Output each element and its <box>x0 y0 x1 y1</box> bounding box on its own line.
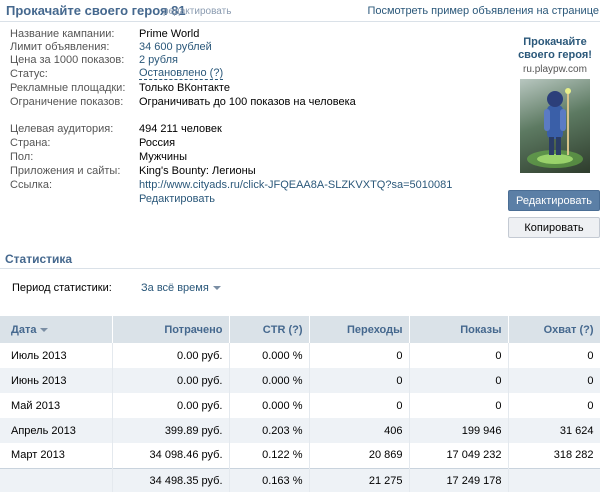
page-header: Прокачайте своего героя 81 редактировать… <box>0 0 600 22</box>
info-label: Название кампании: <box>10 28 115 40</box>
info-label: Пол: <box>10 151 34 163</box>
audience-value: 494 211 человек <box>139 123 222 135</box>
cell-clicks: 0 <box>309 368 410 393</box>
stats-title: Статистика <box>5 252 73 266</box>
period-label: Период статистики: <box>12 282 112 294</box>
cell-date: Май 2013 <box>0 393 113 418</box>
limit-link[interactable]: 34 600 рублей <box>139 40 212 54</box>
cell-ctr: 0.000 % <box>229 368 310 393</box>
column-header-spent[interactable]: Потрачено <box>112 316 230 343</box>
cell-impressions: 17 049 232 <box>409 443 509 468</box>
copy-ad-button[interactable]: Копировать <box>508 217 600 238</box>
info-label: Целевая аудитория: <box>10 123 114 135</box>
cell-impressions: 0 <box>409 343 509 368</box>
preview-domain: ru.playpw.com <box>523 64 587 75</box>
cell-date: Апрель 2013 <box>0 418 113 443</box>
apps-value: King's Bounty: Легионы <box>139 165 256 177</box>
cell-ctr: 0.000 % <box>229 393 310 418</box>
cell-clicks-total: 21 275 <box>309 467 410 492</box>
table-row: Апрель 2013 399.89 руб. 0.203 % 406 199 … <box>0 418 600 443</box>
country-value: Россия <box>139 137 176 149</box>
cell-reach-total <box>508 467 600 492</box>
table-row: Май 2013 0.00 руб. 0.000 % 0 0 0 <box>0 393 600 418</box>
cell-date <box>0 467 113 492</box>
cell-reach: 0 <box>508 343 600 368</box>
info-label: Рекламные площадки: <box>10 82 126 94</box>
table-total-row: 34 498.35 руб. 0.163 % 21 275 17 249 178 <box>0 467 600 492</box>
cell-clicks: 0 <box>309 343 410 368</box>
campaign-name: Prime World <box>139 28 200 40</box>
cell-impressions: 199 946 <box>409 418 509 443</box>
cell-impressions-total: 17 249 178 <box>409 467 509 492</box>
table-row: Июль 2013 0.00 руб. 0.000 % 0 0 0 <box>0 343 600 368</box>
cell-clicks: 20 869 <box>309 443 410 468</box>
hero-illustration-icon <box>527 88 583 168</box>
ad-preview[interactable]: Прокачайте своего героя! ru.playpw.com <box>510 36 600 173</box>
chevron-down-icon[interactable] <box>212 286 221 291</box>
view-example-link[interactable]: Посмотреть пример объявления на странице <box>367 5 599 17</box>
cell-ctr-total: 0.163 % <box>229 467 310 492</box>
cell-reach: 0 <box>508 393 600 418</box>
ad-title: Прокачайте своего героя 81 <box>6 3 186 18</box>
column-header-impressions[interactable]: Показы <box>409 316 509 343</box>
target-url-link[interactable]: http://www.cityads.ru/click-JFQEAA8A-SLZ… <box>139 178 452 192</box>
cell-spent: 0.00 руб. <box>112 393 230 418</box>
edit-ad-button[interactable]: Редактировать <box>508 190 600 211</box>
cell-ctr: 0.122 % <box>229 443 310 468</box>
info-label: Ограничение показов: <box>10 96 124 108</box>
cell-reach: 31 624 <box>508 418 600 443</box>
cell-impressions: 0 <box>409 393 509 418</box>
table-row: Март 2013 34 098.46 руб. 0.122 % 20 869 … <box>0 443 600 468</box>
info-label: Страна: <box>10 137 51 149</box>
stats-section-header: Статистика <box>0 251 600 269</box>
edit-title-link[interactable]: редактировать <box>163 6 231 17</box>
cell-clicks: 406 <box>309 418 410 443</box>
cell-spent: 34 098.46 руб. <box>112 443 230 468</box>
table-row: Июнь 2013 0.00 руб. 0.000 % 0 0 0 <box>0 368 600 393</box>
cell-ctr: 0.203 % <box>229 418 310 443</box>
cell-impressions: 0 <box>409 368 509 393</box>
column-header-date[interactable]: Дата <box>0 316 113 343</box>
cell-ctr: 0.000 % <box>229 343 310 368</box>
period-value[interactable]: За всё время <box>141 282 209 294</box>
stats-header-row: Дата Потрачено CTR (?) Переходы Показы О… <box>0 316 600 343</box>
edit-targeting-link[interactable]: Редактировать <box>139 192 215 206</box>
cell-date: Март 2013 <box>0 443 113 468</box>
gender-value: Мужчины <box>139 151 188 163</box>
cell-reach: 318 282 <box>508 443 600 468</box>
price-link[interactable]: 2 рубля <box>139 53 178 67</box>
period-select[interactable]: За всё время <box>141 282 221 294</box>
column-header-clicks[interactable]: Переходы <box>309 316 410 343</box>
info-label: Цена за 1000 показов: <box>10 54 125 66</box>
preview-image[interactable] <box>520 79 590 173</box>
column-header-ctr[interactable]: CTR (?) <box>229 316 310 343</box>
status-link[interactable]: Остановлено (?) <box>139 67 224 80</box>
cell-date: Июль 2013 <box>0 343 113 368</box>
column-header-reach[interactable]: Охват (?) <box>508 316 600 343</box>
sort-down-icon[interactable] <box>40 327 49 332</box>
preview-title[interactable]: Прокачайте своего героя! <box>510 36 600 62</box>
stats-table: Дата Потрачено CTR (?) Переходы Показы О… <box>0 316 600 492</box>
cell-spent-total: 34 498.35 руб. <box>112 467 230 492</box>
cell-spent: 0.00 руб. <box>112 368 230 393</box>
impressions-limit-value: Ограничивать до 100 показов на человека <box>139 96 356 108</box>
cell-spent: 0.00 руб. <box>112 343 230 368</box>
platforms-value: Только ВКонтакте <box>139 82 230 94</box>
cell-spent: 399.89 руб. <box>112 418 230 443</box>
info-label: Статус: <box>10 68 48 80</box>
info-label: Лимит объявления: <box>10 41 110 53</box>
cell-reach: 0 <box>508 368 600 393</box>
cell-date: Июнь 2013 <box>0 368 113 393</box>
cell-clicks: 0 <box>309 393 410 418</box>
info-label: Ссылка: <box>10 179 52 191</box>
info-label: Приложения и сайты: <box>10 165 121 177</box>
